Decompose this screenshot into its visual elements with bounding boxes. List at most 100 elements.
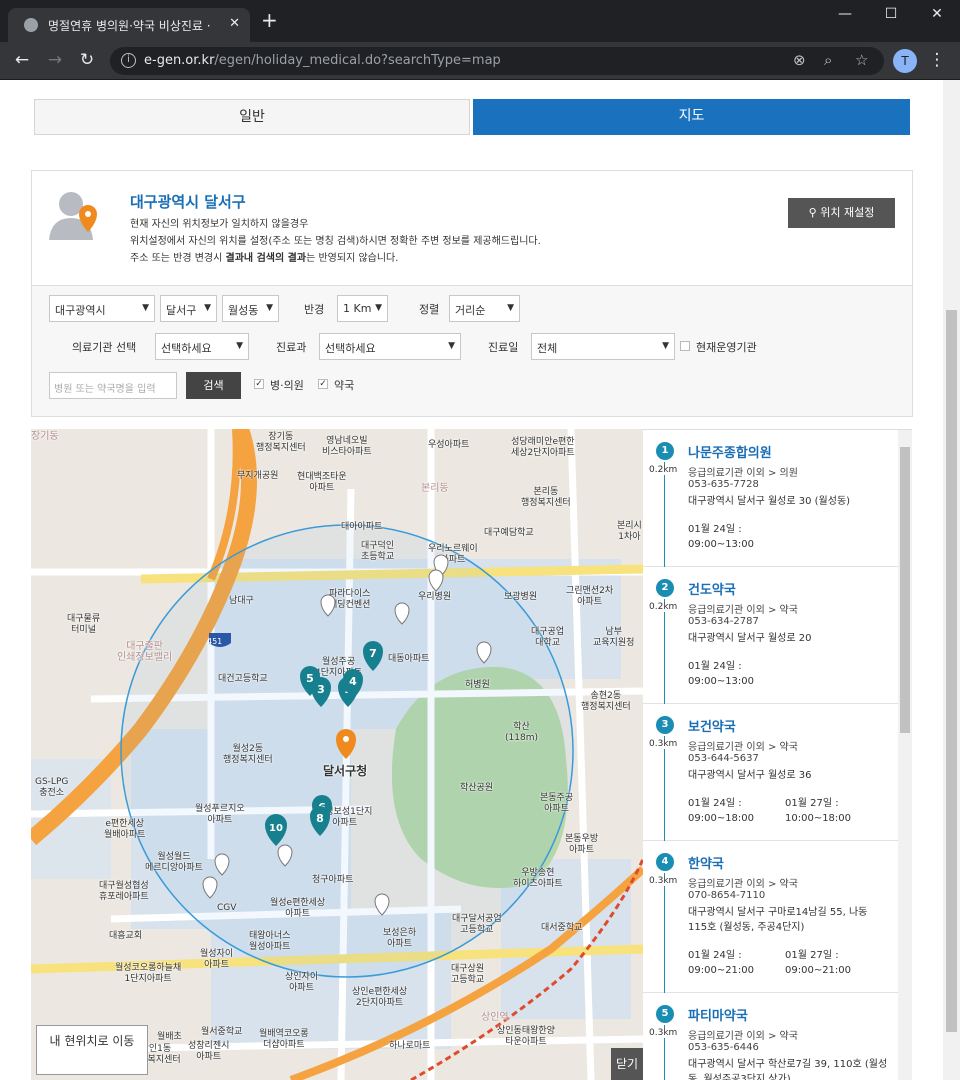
maximize-icon[interactable]: ☐ — [868, 6, 914, 22]
district-select[interactable]: 달서구 ▼ — [160, 295, 217, 322]
result-number: 2 — [656, 579, 674, 597]
page-scrollbar[interactable] — [943, 80, 960, 1080]
map-label: 학산 (118m) — [505, 722, 538, 743]
date-select[interactable]: 전체 ▼ — [531, 333, 675, 360]
menu-icon[interactable]: ⋮ — [926, 50, 948, 70]
result-name[interactable]: 한약국 — [688, 853, 724, 872]
map-label: CGV — [217, 903, 237, 913]
star-icon[interactable]: ☆ — [855, 51, 868, 69]
result-name[interactable]: 나문주종합의원 — [688, 442, 772, 461]
map-label: 본리동 — [421, 483, 449, 494]
profile-avatar[interactable]: T — [893, 49, 917, 73]
hospital-checkbox[interactable]: ✓ — [254, 379, 264, 389]
institution-select[interactable]: 선택하세요 ▼ — [155, 333, 249, 360]
notice-line-3: 주소 또는 반경 변경시 결과내 검색의 결과는 반영되지 않습니다. — [130, 253, 399, 264]
result-hours: 01월 24일 :09:00~18:00 — [688, 798, 755, 824]
result-distance: 0.3km — [649, 739, 678, 749]
tab-title: 명절연휴 병의원·약국 비상진료 · — [48, 19, 211, 33]
list-item[interactable]: 3 0.3km 보건약국 응급의료기관 이외 > 약국 053-644-5637… — [643, 704, 898, 841]
result-distance: 0.3km — [649, 1028, 678, 1038]
result-number: 4 — [656, 853, 674, 871]
user-location-icon — [49, 192, 97, 240]
result-name[interactable]: 파티마약국 — [688, 1005, 748, 1024]
operating-now-checkbox[interactable] — [680, 341, 690, 351]
globe-icon — [24, 18, 38, 32]
info-icon[interactable]: i — [121, 53, 136, 68]
pharmacy-checkbox[interactable]: ✓ — [318, 379, 328, 389]
browser-tab[interactable]: 명절연휴 병의원·약국 비상진료 · ✕ — [8, 8, 250, 42]
tab-map[interactable]: 지도 — [473, 99, 910, 135]
forward-icon[interactable]: → — [44, 50, 66, 70]
map-label: 성창리젠시 아파트 — [188, 1041, 230, 1062]
results-scrollbar[interactable] — [898, 430, 912, 1080]
reset-location-button[interactable]: ⚲ 위치 재설정 — [788, 198, 895, 228]
map-label: 장기동 — [31, 431, 59, 442]
result-number: 5 — [656, 1005, 674, 1023]
map-label: 남부 교육지원청 — [593, 627, 635, 648]
result-name[interactable]: 건도약국 — [688, 579, 736, 598]
search-input[interactable]: 병원 또는 약국명을 입력 — [49, 372, 177, 399]
map-label: 대구공업 대학교 — [531, 627, 565, 648]
result-hours: 01월 27일 :09:00~21:00 — [785, 950, 852, 976]
close-window-icon[interactable]: ✕ — [914, 6, 960, 22]
map-close-button[interactable]: 닫기 — [611, 1048, 643, 1080]
result-phone: 053-644-5637 — [688, 753, 759, 764]
zoom-icon[interactable]: ⌕ — [824, 51, 832, 69]
result-name[interactable]: 보건약국 — [688, 716, 736, 735]
search-button[interactable]: 검색 — [186, 372, 241, 399]
new-tab-button[interactable]: + — [261, 10, 278, 30]
map-label: 영남네오빌 비스타아파트 — [322, 436, 372, 457]
result-number: 1 — [656, 442, 674, 460]
dong-select[interactable]: 월성동 ▼ — [222, 295, 279, 322]
map-label: 월배역코오롱 더샵아파트 — [259, 1029, 309, 1050]
result-type: 응급의료기관 이외 > 약국 — [688, 1031, 798, 1042]
sort-select[interactable]: 거리순 ▼ — [449, 295, 520, 322]
list-item[interactable]: 4 0.3km 한약국 응급의료기관 이외 > 약국 070-8654-7110… — [643, 841, 898, 993]
results-list: 1 0.2km 나문주종합의원 응급의료기관 이외 > 의원 053-635-7… — [643, 429, 912, 1080]
chevron-down-icon: ▼ — [662, 341, 669, 351]
map-label: 현대백조타운 아파트 — [297, 472, 347, 493]
tab-general[interactable]: 일반 — [34, 99, 470, 135]
map-label: 송현2동 행정복지센터 — [581, 691, 631, 712]
map-label: 학산공원 — [460, 783, 494, 793]
list-item[interactable]: 1 0.2km 나문주종합의원 응급의료기관 이외 > 의원 053-635-7… — [643, 430, 898, 567]
location-info-box: 대구광역시 달서구 현재 자신의 위치정보가 일치하지 않을경우 위치설정에서 … — [31, 170, 913, 285]
minimize-icon[interactable]: — — [822, 6, 868, 22]
map-label: 월성자이 아파트 — [200, 949, 234, 970]
notice-line-1: 현재 자신의 위치정보가 일치하지 않을경우 — [130, 219, 309, 230]
dept-label: 진료과 — [276, 341, 307, 354]
date-label: 진료일 — [488, 341, 519, 354]
close-tab-icon[interactable]: ✕ — [229, 16, 240, 31]
map-label: 상인e편한세상 2단지아파트 — [352, 987, 408, 1008]
operating-now-label: 현재운영기관 — [696, 341, 757, 354]
map-label: 월성보성1단지 아파트 — [317, 807, 373, 828]
map-label: 상인자이 아파트 — [285, 972, 319, 993]
chevron-down-icon: ▼ — [266, 303, 273, 313]
map-label: 남대구 — [229, 596, 254, 606]
map-label: 보성은하 아파트 — [383, 928, 417, 949]
dept-select[interactable]: 선택하세요 ▼ — [319, 333, 461, 360]
page-content: 일반 지도 대구광역시 달서구 현재 자신의 위치정보가 일치하지 않을경우 위… — [0, 80, 960, 1080]
map-label: 하나로마트 — [389, 1041, 431, 1051]
map-view[interactable]: 451 장기동 장기동 행정복지센터 영남네오빌 비스타아파트 우성아파트 성당… — [31, 429, 643, 1080]
list-item[interactable]: 5 0.3km 파티마약국 응급의료기관 이외 > 약국 053-635-644… — [643, 993, 898, 1080]
map-label: 본동우방 아파트 — [565, 834, 599, 855]
blocked-icon[interactable]: ⊗ — [793, 51, 806, 69]
map-label: 월배초 — [157, 1032, 182, 1042]
city-select[interactable]: 대구광역시 ▼ — [49, 295, 155, 322]
result-address: 대구광역시 달서구 월성로 36 — [688, 770, 812, 781]
map-label: 월성월드 메르디앙아파트 — [145, 852, 203, 873]
radius-label: 반경 — [304, 303, 325, 316]
map-label: 월성코오롱하늘채 1단지아파트 — [115, 963, 182, 984]
reload-icon[interactable]: ↻ — [76, 50, 98, 70]
map-label: 청구아파트 — [312, 875, 354, 885]
radius-select[interactable]: 1 Km ▼ — [337, 295, 388, 322]
map-label: 대구출판 인쇄정보밸리 — [117, 641, 173, 663]
result-type: 응급의료기관 이외 > 약국 — [688, 605, 798, 616]
result-address: 대구광역시 달서구 월성로 30 (월성동) — [688, 496, 851, 507]
back-icon[interactable]: ← — [11, 50, 33, 70]
address-bar[interactable]: i e-gen.or.kr/egen/holiday_medical.do?se… — [110, 47, 884, 75]
list-item[interactable]: 2 0.2km 건도약국 응급의료기관 이외 > 약국 053-634-2787… — [643, 567, 898, 704]
my-location-button[interactable]: 내 현위치로 이동 — [36, 1025, 148, 1075]
result-phone: 053-635-7728 — [688, 479, 759, 490]
